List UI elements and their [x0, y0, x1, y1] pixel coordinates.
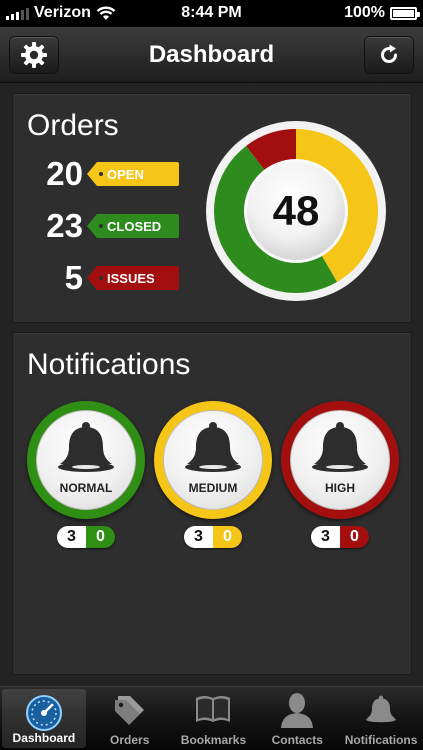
tab-notifications-label: Notifications — [344, 733, 418, 747]
high-ring: HIGH — [281, 401, 399, 519]
page-title: Dashboard — [148, 41, 275, 68]
issues-tag: ISSUES — [87, 266, 179, 290]
closed-tag: CLOSED — [87, 214, 179, 238]
order-row-closed[interactable]: 23 CLOSED — [27, 207, 197, 244]
tab-bar: Dashboard Orders Bookmarks Contacts Noti… — [0, 686, 423, 750]
medium-count: 0 — [213, 526, 242, 548]
high-label: HIGH — [325, 481, 355, 495]
tab-contacts[interactable]: Contacts — [255, 687, 339, 750]
issues-count: 5 — [64, 259, 83, 296]
bell-icon — [366, 695, 396, 723]
bell-icon — [185, 422, 241, 472]
notifications-panel: Notifications NORMAL 3 0 MEDIUM 3 0 HIGH… — [12, 332, 412, 675]
medium-ring: MEDIUM — [154, 401, 272, 519]
medium-total: 3 — [184, 526, 213, 548]
tab-dashboard-label: Dashboard — [12, 731, 76, 745]
tab-dashboard[interactable]: Dashboard — [2, 689, 86, 748]
normal-counter: 3 0 — [57, 526, 115, 548]
refresh-icon — [381, 44, 397, 63]
open-tag: OPEN — [87, 162, 179, 186]
high-counter: 3 0 — [311, 526, 369, 548]
tags-icon — [114, 696, 144, 725]
order-row-issues[interactable]: 5 ISSUES — [27, 259, 197, 296]
refresh-button[interactable] — [364, 36, 414, 74]
notification-medium[interactable]: MEDIUM 3 0 — [154, 401, 272, 551]
bell-icon — [312, 422, 368, 472]
normal-count: 0 — [86, 526, 115, 548]
tab-contacts-label: Contacts — [271, 733, 323, 747]
nav-bar: Dashboard — [0, 27, 423, 83]
notifications-title: Notifications — [27, 348, 191, 381]
normal-total: 3 — [57, 526, 86, 548]
person-icon — [281, 693, 314, 728]
medium-counter: 3 0 — [184, 526, 242, 548]
orders-panel: Orders 20 OPEN 23 CLOSED 5 ISSUES 48 — [12, 93, 412, 323]
notification-normal[interactable]: NORMAL 3 0 — [27, 401, 145, 551]
tab-orders[interactable]: Orders — [88, 687, 172, 750]
tab-bookmarks[interactable]: Bookmarks — [172, 687, 256, 750]
normal-ring: NORMAL — [27, 401, 145, 519]
tab-bookmarks-label: Bookmarks — [180, 733, 247, 747]
tab-notifications[interactable]: Notifications — [339, 687, 423, 750]
orders-total: 48 — [273, 187, 320, 234]
bell-icon — [58, 422, 114, 472]
closed-count: 23 — [46, 207, 83, 244]
order-row-open[interactable]: 20 OPEN — [27, 155, 197, 192]
high-count: 0 — [340, 526, 369, 548]
status-bar: Verizon 8:44 PM 100% — [0, 0, 423, 27]
book-icon — [196, 696, 231, 722]
medium-label: MEDIUM — [188, 481, 238, 495]
open-count: 20 — [46, 155, 83, 192]
orders-gauge[interactable]: 48 — [205, 120, 387, 302]
speedometer-icon — [25, 695, 62, 731]
orders-title: Orders — [27, 109, 119, 142]
battery-percent: 100% — [344, 4, 385, 21]
high-total: 3 — [311, 526, 340, 548]
notification-high[interactable]: HIGH 3 0 — [281, 401, 399, 551]
battery-group: 100% — [344, 4, 420, 22]
battery-icon — [390, 6, 420, 20]
normal-label: NORMAL — [59, 481, 113, 495]
tab-orders-label: Orders — [110, 733, 150, 747]
